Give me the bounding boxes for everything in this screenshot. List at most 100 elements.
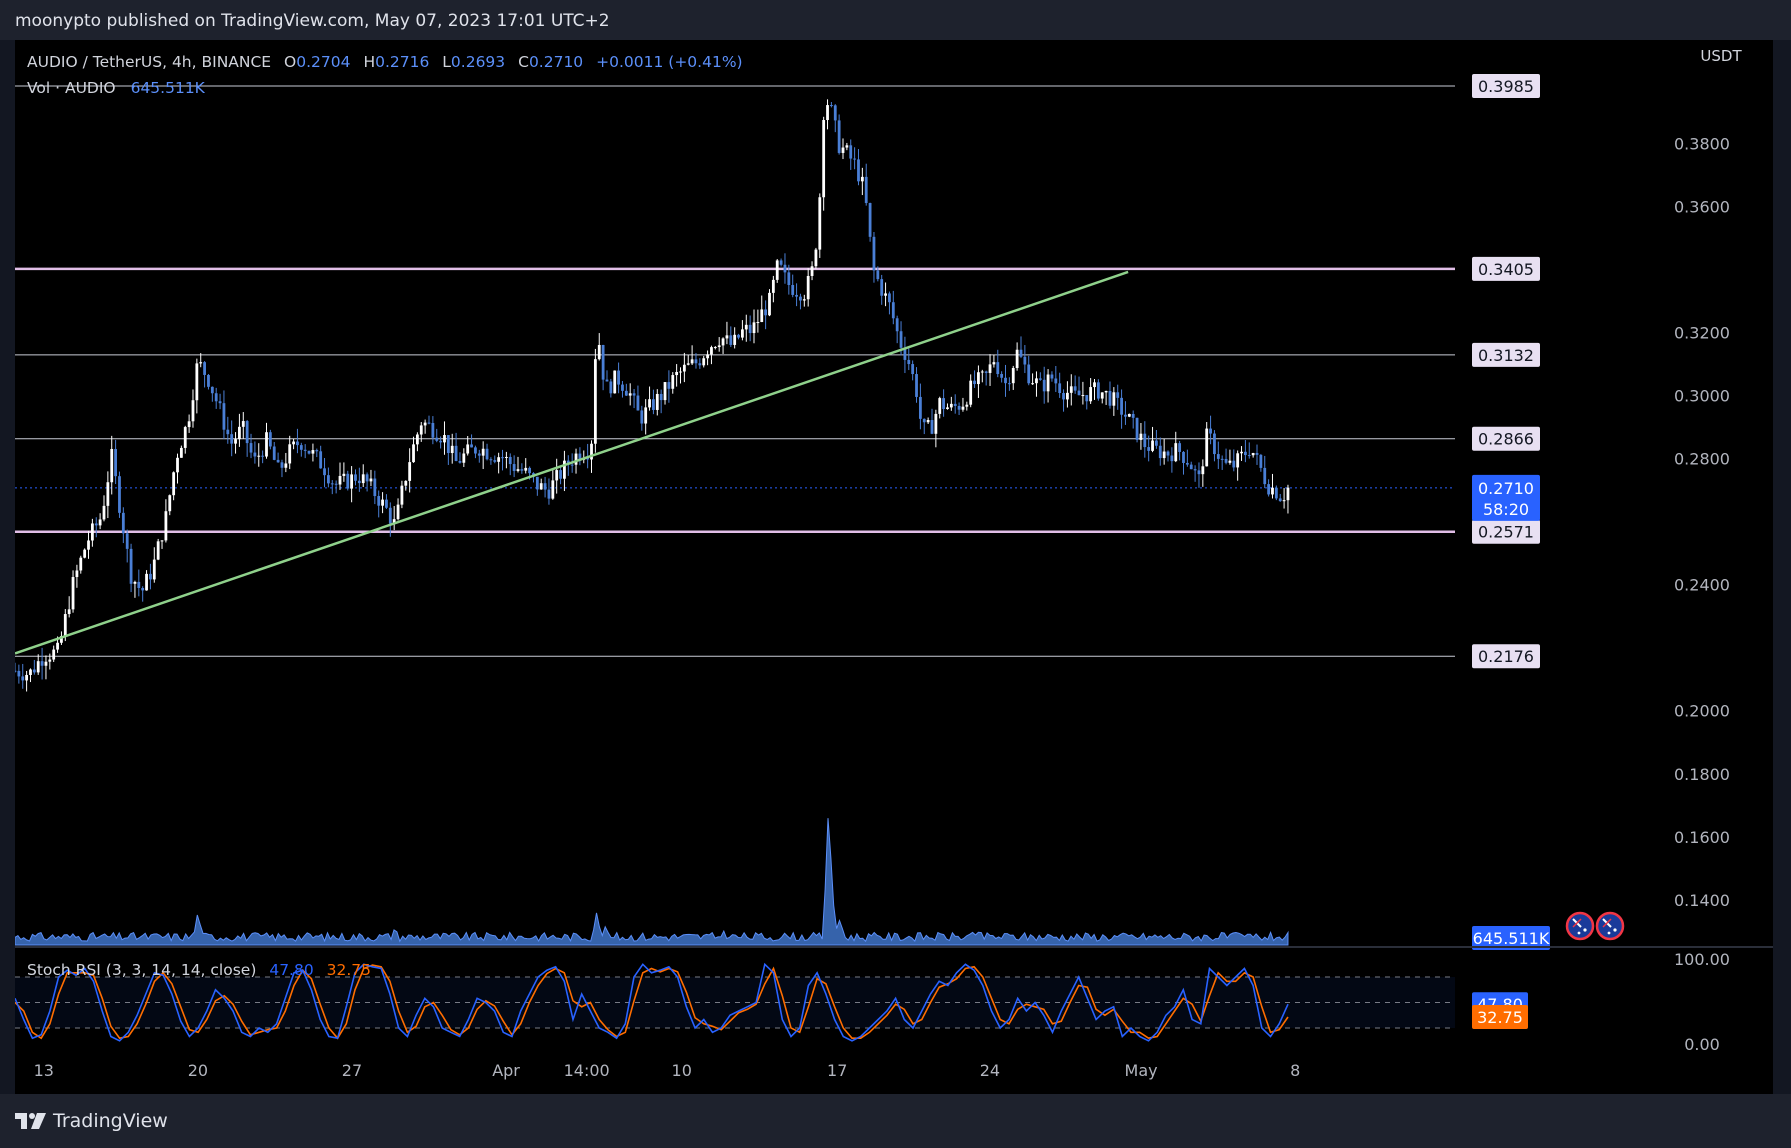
candle — [1100, 392, 1104, 404]
candle-body — [891, 302, 895, 319]
ascending-trendline[interactable] — [15, 270, 1129, 655]
candle-body — [315, 450, 319, 452]
candle-body — [1089, 387, 1093, 402]
candle — [806, 268, 810, 307]
candle-body — [160, 540, 164, 542]
stoch-rsi-label[interactable]: Stoch RSI (3, 3, 14, 14, close) — [27, 961, 256, 979]
candle-body — [624, 390, 628, 396]
candle-body — [36, 661, 40, 673]
candle-body — [25, 674, 29, 681]
legend-change: +0.0011 (+0.41%) — [596, 53, 743, 71]
candle-body — [350, 474, 354, 489]
candle-body — [1189, 464, 1193, 470]
candle-body — [1205, 428, 1209, 467]
legend-high: 0.2716 — [375, 53, 430, 71]
candle-body — [261, 455, 265, 457]
stoch-rsi-legend[interactable]: Stoch RSI (3, 3, 14, 14, close) 47.80 32… — [27, 961, 371, 979]
candle — [207, 373, 210, 390]
candle-body — [32, 669, 36, 673]
chart-canvas[interactable]: USDT 0.3800 0.3600 0.3200 0.3000 0.2800 0.2400… — [15, 40, 1773, 1094]
candle-body — [1185, 462, 1189, 465]
candle-body — [957, 405, 961, 410]
candle — [1004, 364, 1007, 397]
candle — [1224, 448, 1228, 465]
candle — [737, 333, 740, 340]
candle-body — [698, 363, 702, 366]
candle — [350, 466, 354, 503]
candle — [83, 548, 87, 559]
australia-flag-icon[interactable] — [1565, 911, 1595, 941]
candle — [241, 412, 245, 439]
candle — [663, 382, 667, 405]
candle — [187, 414, 191, 433]
candle-body — [841, 147, 845, 153]
candle — [489, 457, 493, 465]
horizontal-levels[interactable]: 0.3985 0.3405 0.3132 0.2866 0.2571 0.2176 — [15, 73, 1540, 669]
candle-body — [176, 457, 179, 473]
candle-body — [686, 363, 690, 365]
published-caption: moonypto published on TradingView.com, M… — [15, 11, 610, 31]
volume-legend[interactable]: Vol · AUDIO 645.511K — [27, 79, 205, 97]
candle — [1243, 440, 1247, 463]
candle — [226, 416, 230, 444]
candle-body — [1077, 390, 1081, 396]
candle — [969, 374, 973, 408]
candle — [133, 580, 137, 598]
candle — [992, 354, 996, 368]
candle — [400, 480, 404, 509]
candle — [493, 455, 497, 464]
symbol-legend[interactable]: AUDIO / TetherUS, 4h, BINANCE O0.2704 H0… — [27, 53, 743, 71]
candle-body — [1108, 390, 1112, 406]
candle-body — [969, 380, 973, 405]
candle — [880, 274, 884, 305]
candle-body — [853, 158, 857, 160]
candle-body — [1197, 470, 1201, 475]
candle — [756, 309, 760, 333]
candle — [67, 596, 71, 618]
candle-body — [497, 457, 501, 462]
candle-body — [83, 549, 87, 558]
candle-body — [1174, 443, 1178, 462]
time-tick-label: 17 — [827, 1061, 847, 1080]
candle — [729, 326, 733, 348]
chart-area[interactable]: USDT 0.3800 0.3600 0.3200 0.3000 0.2800 0.2400… — [15, 40, 1773, 1094]
candle-body — [837, 120, 841, 153]
candle-body — [768, 292, 771, 316]
candle-body — [52, 649, 56, 660]
candle-body — [1213, 433, 1216, 455]
candle — [539, 478, 543, 490]
candle-body — [15, 670, 17, 672]
candle — [137, 569, 141, 597]
candle — [752, 309, 756, 344]
candle — [938, 396, 942, 419]
tradingview-logo[interactable]: TradingView — [15, 1110, 168, 1132]
candle — [1166, 450, 1170, 462]
australia-flag-icon[interactable] — [1595, 911, 1625, 941]
candle — [365, 472, 369, 492]
candle-body — [481, 448, 485, 456]
candle-body — [563, 460, 566, 479]
candle-body — [1255, 452, 1259, 455]
level-price-label: 0.2866 — [1478, 430, 1534, 449]
legend-symbol[interactable]: AUDIO / TetherUS, 4h, BINANCE — [27, 53, 271, 71]
candle-body — [1135, 417, 1139, 440]
candle — [977, 365, 980, 398]
candlestick-series[interactable] — [15, 99, 1290, 692]
candle-body — [1224, 458, 1228, 463]
candle — [404, 480, 408, 491]
candle-body — [450, 445, 454, 454]
candle — [477, 449, 481, 463]
stoch-k-value: 47.80 — [269, 961, 314, 979]
volume-area[interactable] — [15, 818, 1289, 946]
candle-body — [694, 359, 698, 364]
time-axis[interactable]: 13 20 27 Apr 14:00 10 17 24 May 8 — [34, 1061, 1301, 1080]
candle-body — [288, 444, 292, 464]
volume-legend-label[interactable]: Vol · AUDIO — [27, 79, 116, 97]
candle — [327, 467, 330, 488]
candle-body — [299, 445, 303, 450]
candle — [694, 353, 698, 369]
candle — [257, 443, 261, 467]
candle — [501, 449, 504, 471]
candle-body — [1166, 451, 1170, 456]
candle-body — [872, 236, 876, 271]
